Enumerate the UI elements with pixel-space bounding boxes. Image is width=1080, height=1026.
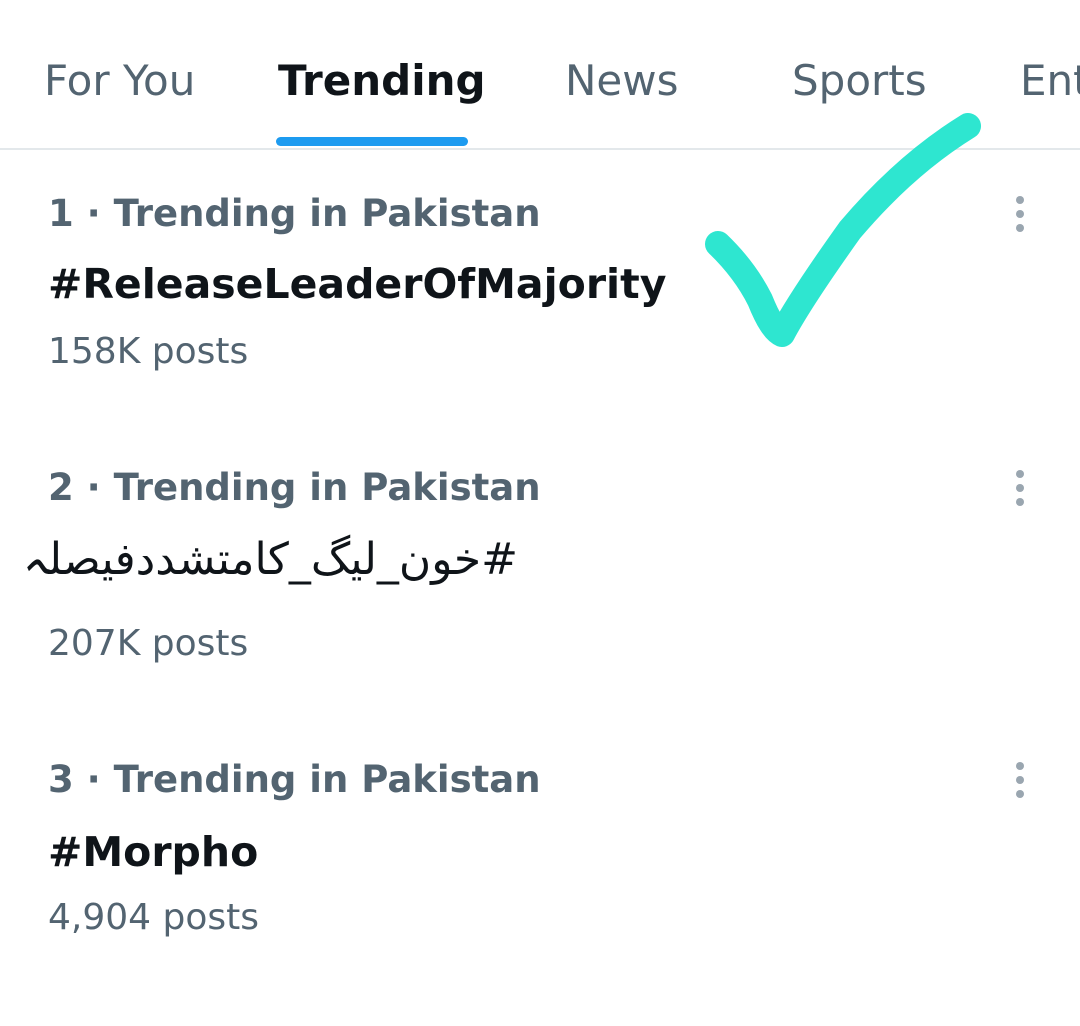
more-vertical-icon[interactable] [1000, 760, 1040, 808]
trend-context: 1 · Trending in Pakistan [48, 192, 541, 235]
trend-context: 2 · Trending in Pakistan [48, 466, 541, 509]
trend-post-count: 158K posts [48, 331, 249, 372]
active-tab-indicator [276, 137, 468, 146]
tab-trending[interactable]: Trending [278, 54, 486, 108]
tab-sports[interactable]: Sports [792, 54, 927, 108]
trend-item[interactable]: 3 · Trending in Pakistan #Morpho 4,904 p… [0, 756, 1080, 1026]
tab-bar: For You Trending News Sports Ent [0, 0, 1080, 150]
trend-item[interactable]: 2 · Trending in Pakistan #خون_لیگ_کامتشد… [0, 464, 1080, 734]
tab-news[interactable]: News [565, 54, 679, 108]
trend-name: #ReleaseLeaderOfMajority [48, 260, 667, 308]
more-vertical-icon[interactable] [1000, 194, 1040, 242]
trend-post-count: 4,904 posts [48, 897, 260, 938]
trend-name: #Morpho [48, 828, 259, 876]
trend-item[interactable]: 1 · Trending in Pakistan #ReleaseLeaderO… [0, 190, 1080, 460]
tab-for-you[interactable]: For You [44, 54, 195, 108]
tab-entertainment[interactable]: Ent [1020, 54, 1080, 108]
trend-name: #خون_لیگ_کامتشددفیصلہ [22, 534, 518, 585]
trend-context: 3 · Trending in Pakistan [48, 758, 541, 801]
trend-post-count: 207K posts [48, 623, 249, 664]
more-vertical-icon[interactable] [1000, 468, 1040, 516]
